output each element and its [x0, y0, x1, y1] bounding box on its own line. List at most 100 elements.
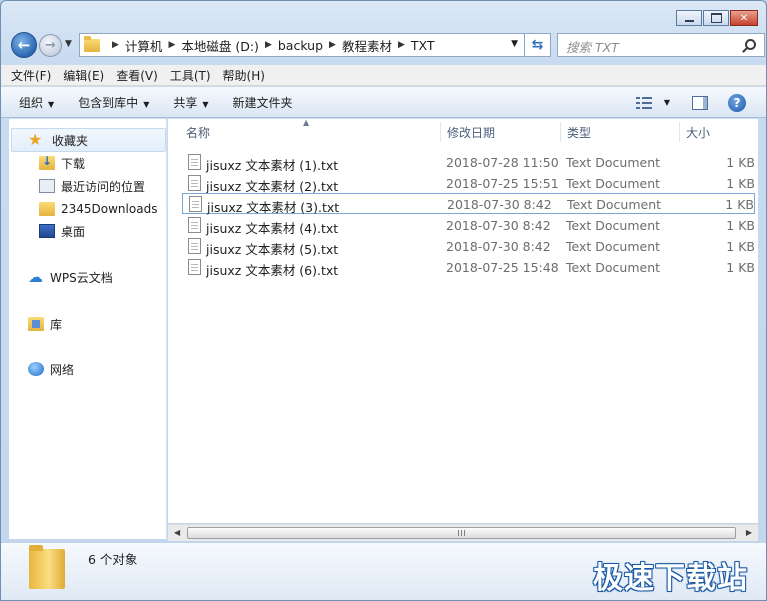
nav-favorites[interactable]: ★ 收藏夹 — [11, 128, 166, 152]
file-row[interactable]: jisuxz 文本素材 (5).txt 2018-07-30 8:42 Text… — [182, 236, 755, 257]
menu-edit[interactable]: 编辑(E) — [63, 67, 104, 84]
file-size: 1 KB — [726, 155, 755, 170]
column-header-date[interactable]: 修改日期 — [447, 119, 495, 145]
scrollbar-thumb[interactable] — [187, 527, 736, 539]
back-button[interactable]: ← — [11, 32, 37, 58]
menu-view[interactable]: 查看(V) — [116, 67, 158, 84]
command-bar: 组织 ▼ 包含到库中 ▼ 共享 ▼ 新建文件夹 ▼ ? — [1, 87, 766, 118]
file-name: jisuxz 文本素材 (3).txt — [207, 200, 340, 215]
text-file-icon — [188, 154, 201, 170]
nav-desktop-label: 桌面 — [61, 224, 86, 239]
folder-icon — [29, 545, 65, 589]
minimize-button[interactable] — [676, 10, 702, 26]
file-type: Text Document — [566, 239, 661, 254]
close-button[interactable]: ✕ — [730, 10, 758, 26]
refresh-icon: ⇆ — [531, 37, 544, 53]
nav-network[interactable]: 网络 — [28, 358, 74, 380]
folder-icon — [39, 202, 55, 216]
file-type: Text Document — [566, 260, 661, 275]
organize-button[interactable]: 组织 ▼ — [19, 94, 54, 111]
column-header-size[interactable]: 大小 — [686, 119, 710, 145]
navigation-pane: ★ 收藏夹 下载 最近访问的位置 2345Downloads 桌面 ☁ WPS云… — [9, 119, 167, 539]
file-row[interactable]: jisuxz 文本素材 (1).txt 2018-07-28 11:50 Tex… — [182, 152, 755, 173]
scroll-left-icon[interactable]: ◀ — [174, 528, 180, 537]
watermark: 极速下载站 — [593, 561, 748, 596]
include-in-library-button[interactable]: 包含到库中 ▼ — [78, 94, 149, 111]
file-date: 2018-07-25 15:51 — [446, 176, 559, 191]
nav-recent-places[interactable]: 最近访问的位置 — [39, 175, 145, 197]
file-row[interactable]: jisuxz 文本素材 (6).txt 2018-07-25 15:48 Tex… — [182, 257, 755, 278]
address-bar[interactable]: ▶ 计算机 ▶ 本地磁盘 (D:) ▶ backup ▶ 教程素材 ▶ TXT … — [79, 33, 525, 57]
nav-wps-cloud[interactable]: ☁ WPS云文档 — [28, 266, 113, 288]
file-date: 2018-07-30 8:42 — [447, 197, 552, 212]
arrow-right-icon: → — [45, 38, 56, 53]
help-icon[interactable]: ? — [728, 93, 746, 112]
recent-pages-dropdown[interactable]: ▼ — [65, 39, 72, 49]
search-input[interactable]: 搜索 TXT — [557, 33, 765, 57]
refresh-button[interactable]: ⇆ — [525, 33, 551, 57]
chevron-right-icon[interactable]: ▶ — [329, 40, 336, 50]
column-divider[interactable] — [679, 122, 680, 142]
column-date-label: 修改日期 — [447, 125, 496, 140]
share-button[interactable]: 共享 ▼ — [173, 94, 208, 111]
breadcrumb-txt[interactable]: TXT — [411, 38, 435, 53]
breadcrumb-local-disk[interactable]: 本地磁盘 (D:) — [181, 36, 259, 55]
forward-button[interactable]: → — [39, 34, 62, 57]
recent-places-icon — [39, 179, 55, 193]
column-header-type[interactable]: 类型 — [567, 119, 591, 145]
menu-file[interactable]: 文件(F) — [11, 67, 51, 84]
arrow-left-icon: ← — [17, 36, 31, 54]
menu-bar: 文件(F) 编辑(E) 查看(V) 工具(T) 帮助(H) — [1, 65, 766, 86]
file-type: Text Document — [566, 176, 661, 191]
new-folder-button[interactable]: 新建文件夹 — [233, 94, 293, 111]
file-type: Text Document — [566, 155, 661, 170]
column-size-label: 大小 — [686, 125, 711, 140]
file-size: 1 KB — [725, 197, 754, 212]
details-view-icon[interactable] — [635, 96, 652, 109]
scroll-right-icon[interactable]: ▶ — [746, 528, 752, 537]
chevron-right-icon[interactable]: ▶ — [168, 40, 175, 50]
library-icon — [28, 317, 44, 331]
nav-desktop[interactable]: 桌面 — [39, 220, 85, 242]
preview-pane-icon[interactable] — [692, 95, 708, 110]
file-name: jisuxz 文本素材 (4).txt — [206, 221, 339, 236]
breadcrumb-computer[interactable]: 计算机 — [125, 36, 163, 55]
text-file-icon — [188, 238, 201, 254]
breadcrumb-backup[interactable]: backup — [278, 38, 323, 53]
column-header-name[interactable]: 名称 — [186, 119, 210, 145]
address-row: ← → ▼ ▶ 计算机 ▶ 本地磁盘 (D:) ▶ backup ▶ 教程素材 … — [9, 31, 765, 59]
file-row[interactable]: jisuxz 文本素材 (3).txt 2018-07-30 8:42 Text… — [182, 193, 755, 215]
chevron-right-icon[interactable]: ▶ — [398, 40, 405, 50]
breadcrumb-tutorial-materials[interactable]: 教程素材 — [342, 36, 392, 55]
file-size: 1 KB — [726, 239, 755, 254]
text-file-icon — [188, 217, 201, 233]
organize-label: 组织 — [19, 95, 44, 110]
file-type: Text Document — [567, 197, 662, 212]
include-in-library-label: 包含到库中 — [78, 95, 139, 110]
file-name: jisuxz 文本素材 (1).txt — [206, 158, 339, 173]
maximize-button[interactable] — [703, 10, 729, 26]
menu-help[interactable]: 帮助(H) — [223, 67, 265, 84]
nav-libraries-label: 库 — [50, 317, 63, 332]
file-date: 2018-07-25 15:48 — [446, 260, 559, 275]
nav-2345downloads[interactable]: 2345Downloads — [39, 198, 157, 220]
column-divider[interactable] — [440, 122, 441, 142]
file-row[interactable]: jisuxz 文本素材 (2).txt 2018-07-25 15:51 Tex… — [182, 173, 755, 194]
star-icon: ★ — [28, 130, 43, 149]
file-row[interactable]: jisuxz 文本素材 (4).txt 2018-07-30 8:42 Text… — [182, 215, 755, 236]
view-dropdown-icon[interactable]: ▼ — [664, 98, 670, 107]
chevron-right-icon[interactable]: ▶ — [265, 40, 272, 50]
grip-icon — [457, 530, 466, 536]
nav-recent-label: 最近访问的位置 — [61, 179, 146, 194]
file-type: Text Document — [566, 218, 661, 233]
column-divider[interactable] — [560, 122, 561, 142]
search-icon[interactable] — [745, 39, 756, 50]
menu-tools[interactable]: 工具(T) — [170, 67, 211, 84]
nav-downloads[interactable]: 下载 — [39, 152, 85, 174]
file-size: 1 KB — [726, 176, 755, 191]
nav-libraries[interactable]: 库 — [28, 313, 62, 335]
chevron-right-icon[interactable]: ▶ — [112, 40, 119, 50]
chevron-down-icon: ▼ — [48, 99, 55, 109]
horizontal-scrollbar[interactable]: ◀ ▶ — [168, 524, 758, 541]
chevron-down-icon[interactable]: ▼ — [511, 39, 518, 49]
